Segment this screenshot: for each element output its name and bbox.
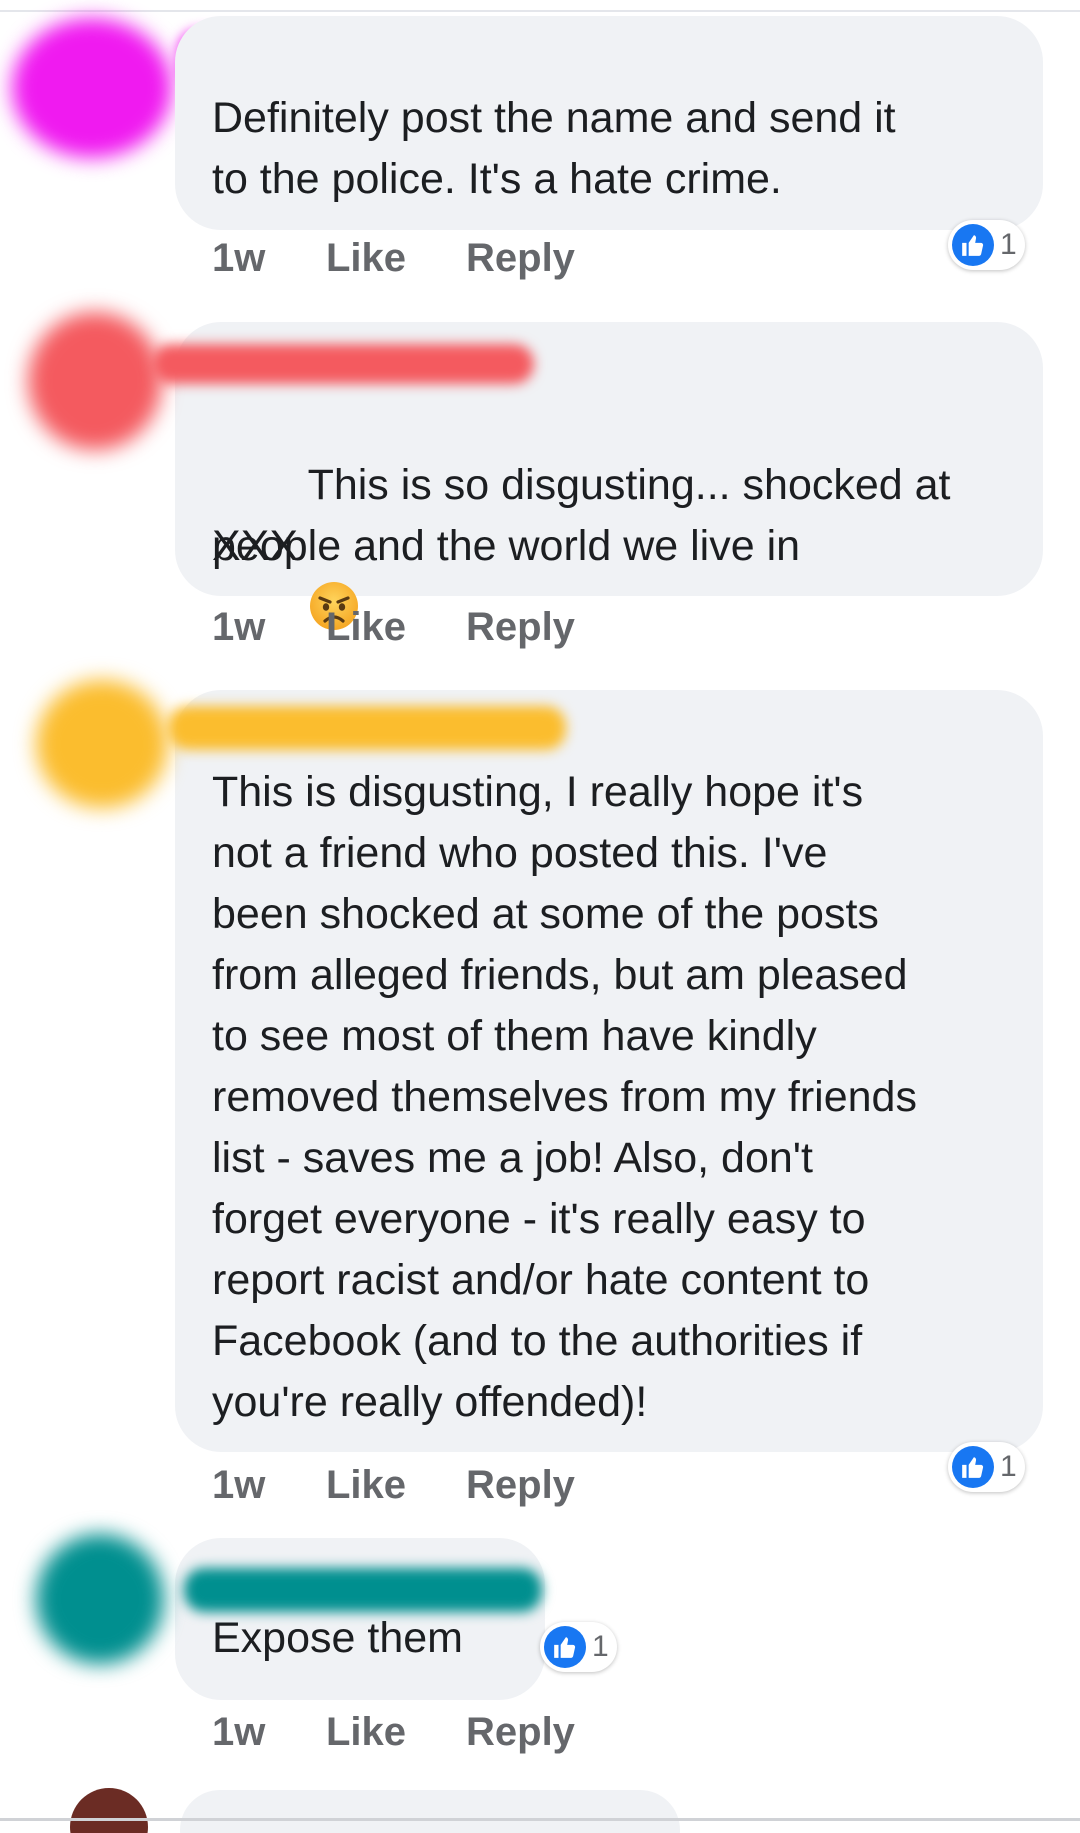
commenter-name-redacted[interactable] [184, 1568, 542, 1612]
avatar-redacted[interactable] [36, 1534, 164, 1664]
commenter-name-redacted[interactable] [168, 706, 566, 750]
commenter-name-redacted[interactable] [152, 344, 534, 384]
comment-timestamp[interactable]: 1w [212, 228, 265, 288]
reaction-count: 1 [1000, 228, 1017, 261]
like-button[interactable]: Like [326, 1455, 406, 1515]
thumbs-up-icon [544, 1626, 586, 1668]
reply-button[interactable]: Reply [466, 1455, 575, 1515]
like-button[interactable]: Like [326, 1702, 406, 1762]
comment-bubble [180, 1790, 680, 1833]
reaction-count: 1 [1000, 1450, 1017, 1483]
comment-timestamp[interactable]: 1w [212, 1455, 265, 1515]
comment-text-line3: XXX [212, 522, 299, 570]
avatar-redacted[interactable] [28, 312, 162, 450]
reply-button[interactable]: Reply [466, 228, 575, 288]
comment-text: This is disgusting, I really hope it's n… [212, 768, 917, 1426]
reaction-summary[interactable]: 1 [948, 1442, 1025, 1492]
thumbs-up-icon [952, 1446, 994, 1488]
comment-bubble: Expose them [175, 1538, 545, 1700]
comments-screen: Definitely post the name and send it to … [0, 0, 1080, 1833]
reaction-summary[interactable]: 1 [540, 1622, 617, 1672]
comment-bubble: Definitely post the name and send it to … [175, 16, 1043, 230]
avatar-redacted[interactable] [12, 18, 172, 158]
comment-text: Expose them [212, 1614, 463, 1662]
avatar[interactable] [70, 1788, 148, 1833]
comment-timestamp[interactable]: 1w [212, 597, 265, 657]
reaction-summary[interactable]: 1 [948, 220, 1025, 270]
reply-button[interactable]: Reply [466, 1702, 575, 1762]
top-divider [0, 0, 1080, 12]
thumbs-up-icon [952, 224, 994, 266]
like-button[interactable]: Like [326, 597, 406, 657]
like-button[interactable]: Like [326, 228, 406, 288]
comment-bubble: This is disgusting, I really hope it's n… [175, 690, 1043, 1452]
reaction-count: 1 [592, 1630, 609, 1663]
avatar-redacted[interactable] [36, 680, 168, 808]
bottom-divider [0, 1818, 1080, 1821]
comment-text: Definitely post the name and send it to … [212, 94, 896, 203]
reply-button[interactable]: Reply [466, 597, 575, 657]
comment-timestamp[interactable]: 1w [212, 1702, 265, 1762]
